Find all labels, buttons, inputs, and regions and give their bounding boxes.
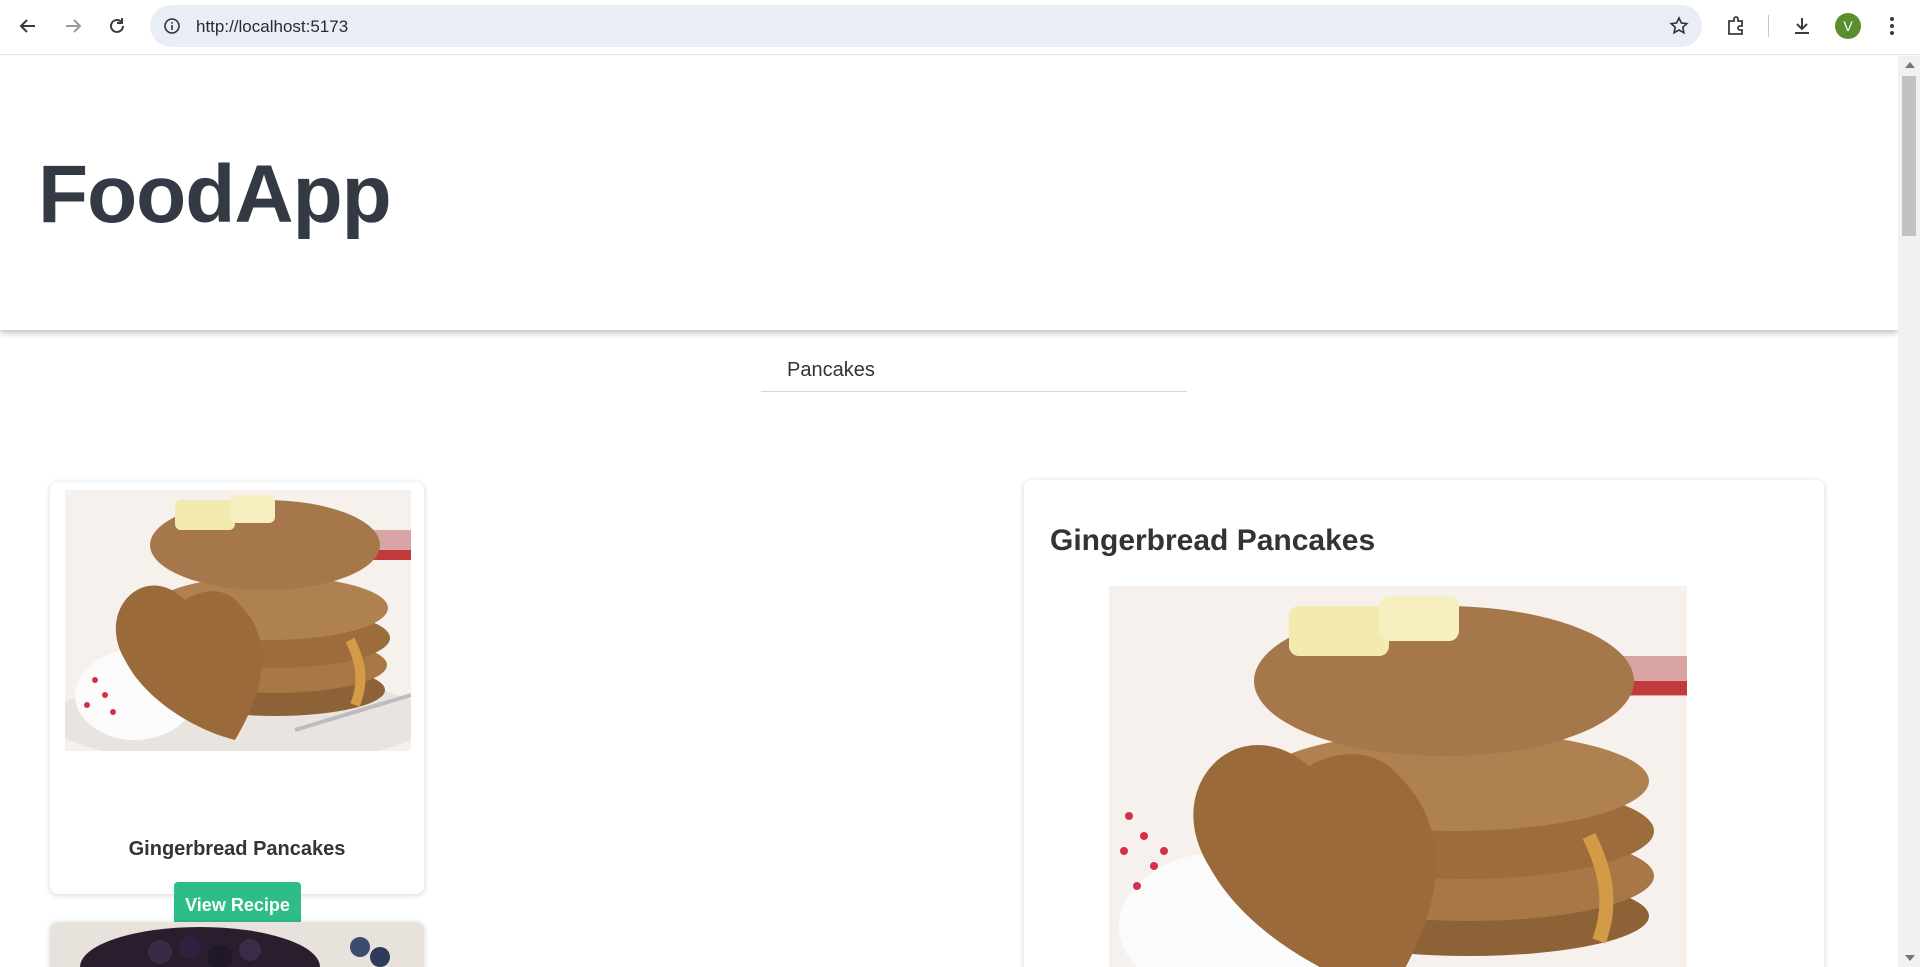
reload-button[interactable] [99,10,135,42]
extensions-icon[interactable] [1722,12,1750,40]
address-bar[interactable]: http://localhost:5173 [150,5,1702,47]
recipe-card-partial [50,922,424,967]
arrow-left-icon [19,19,35,33]
site-info-icon[interactable] [162,16,182,36]
scroll-down-arrow-icon[interactable] [1905,955,1915,961]
browser-toolbar: http://localhost:5173 V [0,0,1920,55]
recipe-detail-title: Gingerbread Pancakes [1050,524,1376,557]
recipe-thumbnail [65,490,411,751]
search-input[interactable] [761,349,1187,392]
app-title: FoodApp [38,149,392,240]
scroll-up-arrow-icon[interactable] [1905,62,1915,68]
back-button[interactable] [10,10,46,42]
toolbar-divider [1768,15,1769,37]
download-icon[interactable] [1788,12,1816,40]
recipe-detail-image [1109,586,1687,967]
scrollbar-thumb[interactable] [1902,76,1916,236]
page-viewport: FoodApp Pancakes Gingerbread Pancakes Vi… [0,56,1898,967]
bookmark-star-icon[interactable] [1668,15,1690,37]
menu-kebab-icon[interactable] [1878,12,1906,40]
recipe-card: Gingerbread Pancakes View Recipe [50,482,424,928]
forward-button[interactable] [55,10,91,42]
page-scrollbar[interactable] [1898,56,1920,967]
profile-avatar[interactable]: V [1835,13,1861,39]
reload-icon [110,18,124,33]
recipe-thumbnail-partial [50,922,424,967]
url-text[interactable]: http://localhost:5173 [196,17,348,37]
recipe-card-title: Gingerbread Pancakes [128,838,346,860]
app-header: FoodApp [0,56,1898,330]
arrow-right-icon [66,19,82,33]
recipe-detail-panel: Gingerbread Pancakes [1024,480,1824,967]
